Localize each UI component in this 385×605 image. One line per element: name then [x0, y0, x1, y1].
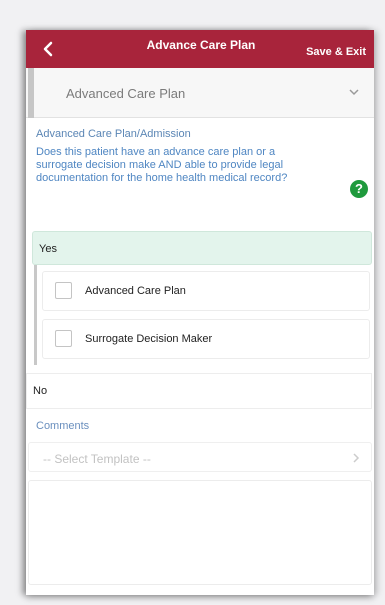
section-accent-bar [28, 68, 34, 118]
option-yes-label: Yes [39, 243, 57, 255]
template-placeholder: -- Select Template -- [43, 452, 151, 466]
save-exit-button[interactable]: Save & Exit [306, 46, 366, 58]
chevron-left-icon [43, 41, 53, 57]
option-no-label: No [33, 385, 48, 397]
question-text: Does this patient have an advance care p… [36, 146, 288, 184]
chevron-right-icon [353, 453, 360, 463]
question-heading: Advanced Care Plan/Admission [36, 128, 191, 140]
sub-options-bar [34, 265, 37, 365]
section-dropdown-label: Advanced Care Plan [66, 86, 186, 101]
checkbox-label: Surrogate Decision Maker [85, 333, 213, 345]
checkbox-item-advanced-care-plan[interactable]: Advanced Care Plan [42, 271, 370, 311]
option-yes[interactable]: Yes [32, 231, 372, 265]
section-dropdown[interactable]: Advanced Care Plan [26, 68, 374, 118]
page-title: Advance Care Plan [146, 38, 256, 52]
option-no[interactable]: No [26, 373, 372, 409]
app-bar: Advance Care Plan Save & Exit [26, 30, 374, 68]
checkbox[interactable] [55, 330, 72, 347]
phone-frame: Advance Care Plan Save & Exit Advanced C… [26, 30, 374, 595]
checkbox-label: Advanced Care Plan [85, 285, 186, 297]
checkbox-item-surrogate-decision-maker[interactable]: Surrogate Decision Maker [42, 319, 370, 359]
checkbox[interactable] [55, 282, 72, 299]
back-button[interactable] [40, 40, 58, 58]
chevron-down-icon [349, 89, 359, 96]
yes-sub-options: Advanced Care Plan Surrogate Decision Ma… [32, 265, 372, 365]
template-select[interactable]: -- Select Template -- [28, 442, 372, 472]
comments-textarea[interactable] [28, 480, 372, 585]
help-icon[interactable]: ? [350, 180, 368, 198]
comments-label: Comments [36, 420, 90, 432]
